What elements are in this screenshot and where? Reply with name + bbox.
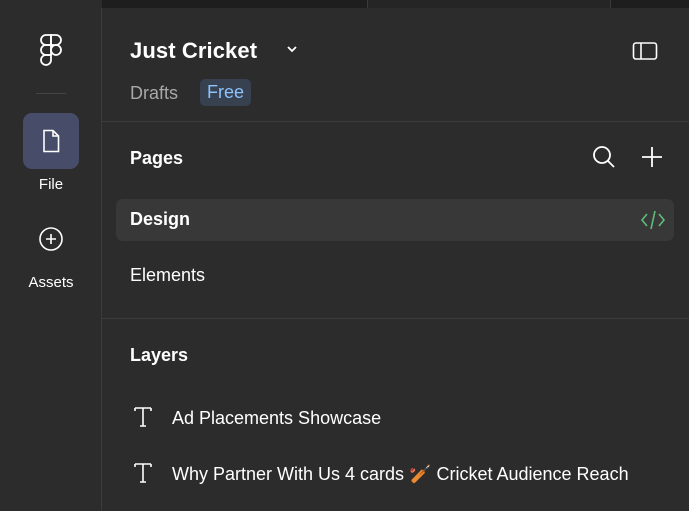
dev-mode-icon[interactable] xyxy=(640,209,666,231)
left-rail: File Assets xyxy=(0,8,102,511)
page-item-design[interactable]: Design xyxy=(116,199,674,241)
plan-badge[interactable]: Free xyxy=(200,79,252,106)
text-layer-icon xyxy=(134,463,152,483)
add-page-icon[interactable] xyxy=(639,144,665,170)
page-item-label: Design xyxy=(130,209,191,229)
location-label[interactable]: Drafts xyxy=(130,83,178,104)
layer-row[interactable]: Why Partner With Us 4 cards 🏏 Cricket Au… xyxy=(102,454,689,494)
rail-file-label: File xyxy=(38,176,64,193)
layer-row[interactable]: Ad Placements Showcase xyxy=(102,398,689,438)
divider xyxy=(102,318,689,319)
add-circle-icon xyxy=(39,227,63,251)
figma-logo-icon[interactable] xyxy=(40,34,62,68)
search-icon[interactable] xyxy=(591,144,617,170)
divider xyxy=(102,121,689,122)
rail-file-button[interactable] xyxy=(23,113,79,169)
layers-heading: Layers xyxy=(130,345,189,365)
rail-divider xyxy=(36,93,66,94)
layer-label: Why Partner With Us 4 cards 🏏 Cricket Au… xyxy=(172,464,629,484)
file-icon xyxy=(43,129,60,153)
tab-strip-left xyxy=(0,0,102,8)
tab-strip-tab[interactable] xyxy=(367,0,611,8)
chevron-down-icon[interactable] xyxy=(285,42,299,56)
page-item-label: Elements xyxy=(130,265,206,285)
rail-assets-label: Assets xyxy=(28,274,74,291)
rail-assets-button[interactable] xyxy=(23,211,79,267)
sidebar-toggle-icon[interactable] xyxy=(632,40,658,62)
pages-heading: Pages xyxy=(130,148,184,168)
file-title[interactable]: Just Cricket xyxy=(130,38,257,64)
layer-label: Ad Placements Showcase xyxy=(172,408,382,428)
page-item-elements[interactable]: Elements xyxy=(116,255,674,297)
figma-left-panel: File Assets Just Cricket Drafts Free Pag… xyxy=(0,0,689,511)
tab-strip xyxy=(0,0,689,8)
panel: Just Cricket Drafts Free Pages Design El… xyxy=(102,8,689,511)
text-layer-icon xyxy=(134,407,152,427)
